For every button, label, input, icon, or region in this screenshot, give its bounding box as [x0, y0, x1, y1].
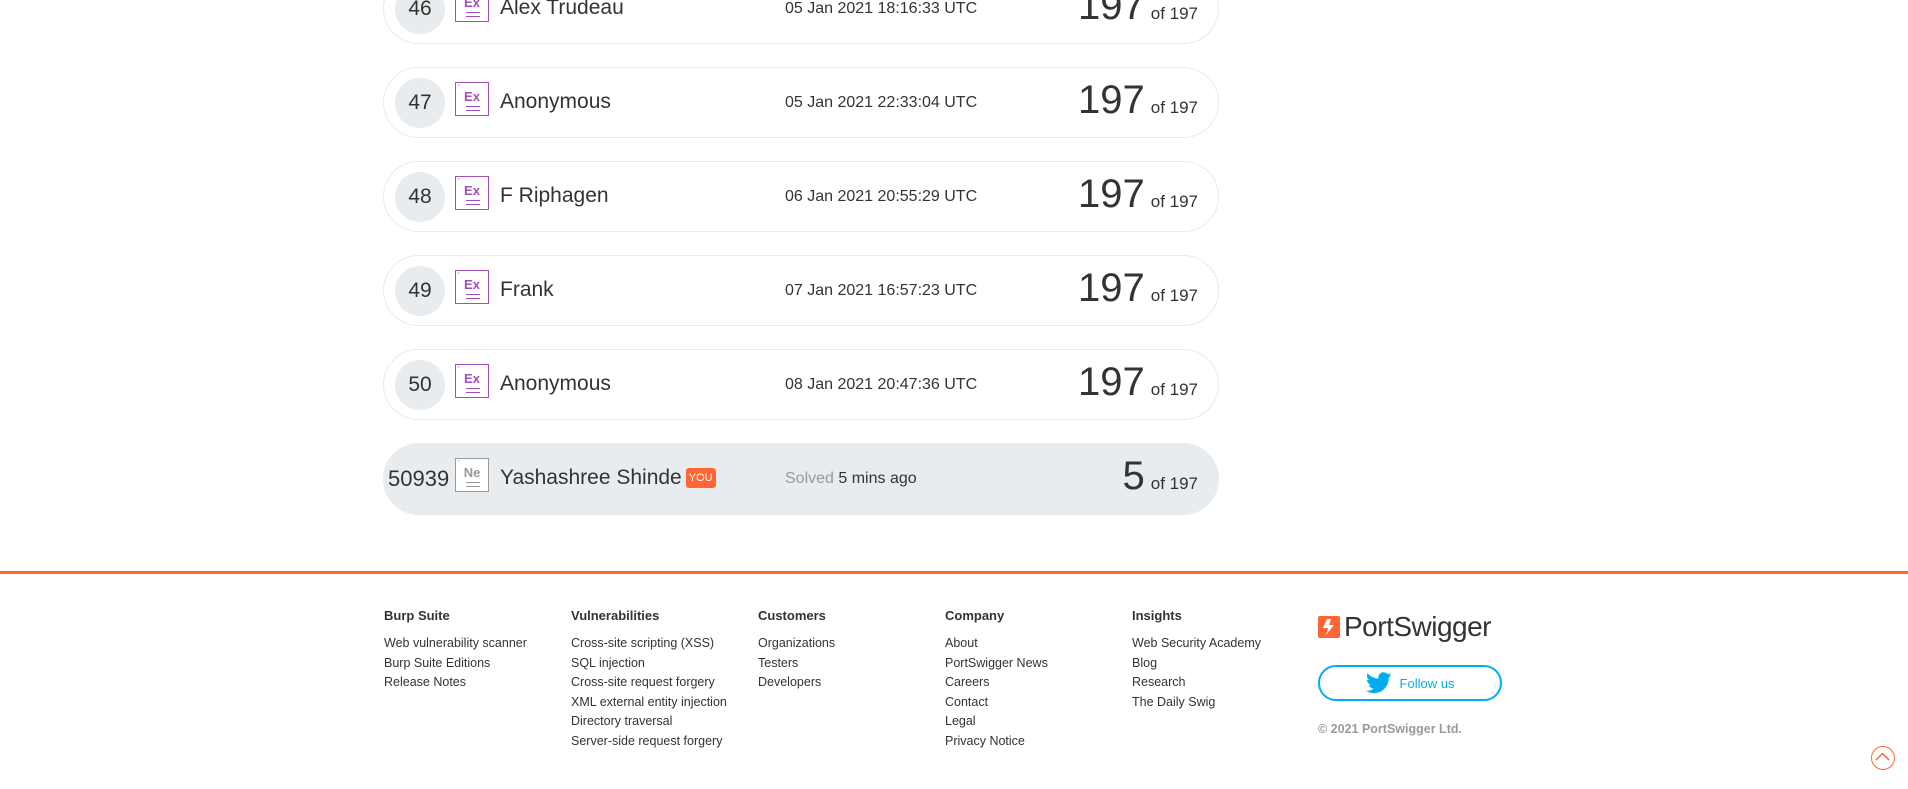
footer-heading: Vulnerabilities: [571, 608, 660, 623]
solved-status: Solved 5 mins ago: [785, 470, 917, 488]
footer-link[interactable]: PortSwigger News: [945, 654, 1048, 674]
leaderboard-row: 49 ' Ex Frank 07 Jan 2021 16:57:23 UTC 19…: [383, 255, 1219, 326]
footer-link[interactable]: About: [945, 634, 1048, 654]
user-name: Anonymous: [500, 90, 611, 113]
user-name-text: Yashashree Shinde: [500, 466, 682, 489]
footer-column-burp-suite: Burp Suite Web vulnerability scanner Bur…: [384, 608, 527, 693]
score: 197 of 197: [1078, 78, 1198, 123]
user-name: Anonymous: [500, 372, 611, 395]
rank-number: 46: [395, 0, 445, 34]
footer-link[interactable]: Careers: [945, 673, 1048, 693]
footer-link[interactable]: Testers: [758, 654, 835, 674]
footer-heading: Company: [945, 608, 1005, 623]
score-value: 197: [1077, 78, 1145, 122]
score-total: of 197: [1150, 286, 1198, 305]
footer-column-company: Company About PortSwigger News Careers C…: [945, 608, 1048, 752]
leaderboard-row: 46 'Ex Alex Trudeau 05 Jan 2021 18:16:33…: [383, 0, 1219, 44]
leaderboard-row: 48 ' Ex F Riphagen 06 Jan 2021 20:55:29 U…: [383, 161, 1219, 232]
footer-link[interactable]: Cross-site scripting (XSS): [571, 634, 727, 654]
score-value: 5: [1122, 454, 1145, 498]
portswigger-logo-icon: [1318, 616, 1340, 638]
footer-link[interactable]: Research: [1132, 673, 1261, 693]
footer-link[interactable]: Release Notes: [384, 673, 527, 693]
completion-date: 08 Jan 2021 20:47:36 UTC: [785, 376, 978, 393]
you-badge: YOU: [685, 468, 716, 488]
score: 197 of 197: [1078, 266, 1198, 311]
site-footer: Burp Suite Web vulnerability scanner Bur…: [0, 571, 1908, 789]
score-total: of 197: [1150, 192, 1198, 211]
footer-link[interactable]: Web vulnerability scanner: [384, 634, 527, 654]
footer-column-insights: Insights Web Security Academy Blog Resea…: [1132, 608, 1261, 712]
brand-name: PortSwigger: [1344, 611, 1492, 642]
rank-number: 48: [395, 172, 445, 222]
expert-level-badge-icon: 'Ex: [455, 364, 489, 398]
footer-link[interactable]: XML external entity injection: [571, 693, 727, 713]
score-total: of 197: [1150, 380, 1198, 399]
score-total: of 197: [1150, 98, 1198, 117]
footer-link[interactable]: Server-side request forgery: [571, 732, 727, 752]
footer-link[interactable]: Legal: [945, 712, 1048, 732]
rank-number: 50: [395, 360, 445, 410]
follow-label: Follow us: [1399, 675, 1455, 691]
footer-link[interactable]: Contact: [945, 693, 1048, 713]
score: 197 of 197: [1078, 0, 1198, 29]
footer-heading: Customers: [758, 608, 826, 623]
footer-link[interactable]: Web Security Academy: [1132, 634, 1261, 654]
footer-link[interactable]: Developers: [758, 673, 835, 693]
twitter-bird-icon: [1365, 672, 1392, 694]
score: 197 of 197: [1078, 172, 1198, 217]
rank-number: 47: [395, 78, 445, 128]
footer-column-customers: Customers Organizations Testers Develope…: [758, 608, 835, 693]
footer-heading: Insights: [1132, 608, 1182, 623]
score-total: of 197: [1150, 474, 1198, 493]
twitter-follow-button[interactable]: Follow us: [1318, 665, 1502, 701]
chevron-up-icon: [1875, 752, 1890, 761]
score-value: 197: [1077, 360, 1145, 404]
back-to-top-button[interactable]: [1871, 746, 1895, 770]
footer-link[interactable]: Organizations: [758, 634, 835, 654]
expert-level-badge-icon: 'Ex: [455, 0, 489, 22]
score-value: 197: [1077, 0, 1145, 28]
novice-level-badge-icon: ' Ne: [455, 458, 489, 492]
score-value: 197: [1077, 266, 1145, 310]
user-name: F Riphagen: [500, 184, 609, 207]
user-name: Yashashree Shinde YOU: [500, 466, 716, 490]
completion-date: 05 Jan 2021 18:16:33 UTC: [785, 0, 978, 17]
expert-level-badge-icon: 'Ex: [455, 270, 489, 304]
portswigger-logo[interactable]: PortSwigger: [1318, 611, 1492, 643]
user-name: Frank: [500, 278, 554, 301]
solved-label: Solved: [785, 470, 834, 487]
leaderboard-row: 50 ' Ex Anonymous 08 Jan 2021 20:47:36 UT…: [383, 349, 1219, 420]
footer-link[interactable]: The Daily Swig: [1132, 693, 1261, 713]
user-name: Alex Trudeau: [500, 0, 624, 19]
score: 5 of 197: [1122, 454, 1198, 499]
completion-date: 05 Jan 2021 22:33:04 UTC: [785, 94, 978, 111]
score-value: 197: [1077, 172, 1145, 216]
completion-date: 06 Jan 2021 20:55:29 UTC: [785, 188, 978, 205]
rank-number: 49: [395, 266, 445, 316]
expert-level-badge-icon: 'Ex: [455, 176, 489, 210]
solved-time: 5 mins ago: [838, 470, 917, 487]
footer-link[interactable]: Directory traversal: [571, 712, 727, 732]
footer-heading: Burp Suite: [384, 608, 450, 623]
footer-link[interactable]: SQL injection: [571, 654, 727, 674]
score: 197 of 197: [1078, 360, 1198, 405]
footer-column-vulnerabilities: Vulnerabilities Cross-site scripting (XS…: [571, 608, 727, 752]
score-total: of 197: [1150, 4, 1198, 23]
expert-level-badge-icon: 'Ex: [455, 82, 489, 116]
completion-date: 07 Jan 2021 16:57:23 UTC: [785, 282, 978, 299]
leaderboard-row: 47 ' Ex Anonymous 05 Jan 2021 22:33:04 UT…: [383, 67, 1219, 138]
footer-link[interactable]: Privacy Notice: [945, 732, 1048, 752]
footer-link[interactable]: Burp Suite Editions: [384, 654, 527, 674]
footer-link[interactable]: Blog: [1132, 654, 1261, 674]
copyright: © 2021 PortSwigger Ltd.: [1318, 722, 1462, 736]
rank-number: 50939: [388, 466, 450, 491]
footer-link[interactable]: Cross-site request forgery: [571, 673, 727, 693]
current-user-row: 50939 ' Ne Yashashree Shinde YOU Solved 5 …: [383, 443, 1219, 515]
